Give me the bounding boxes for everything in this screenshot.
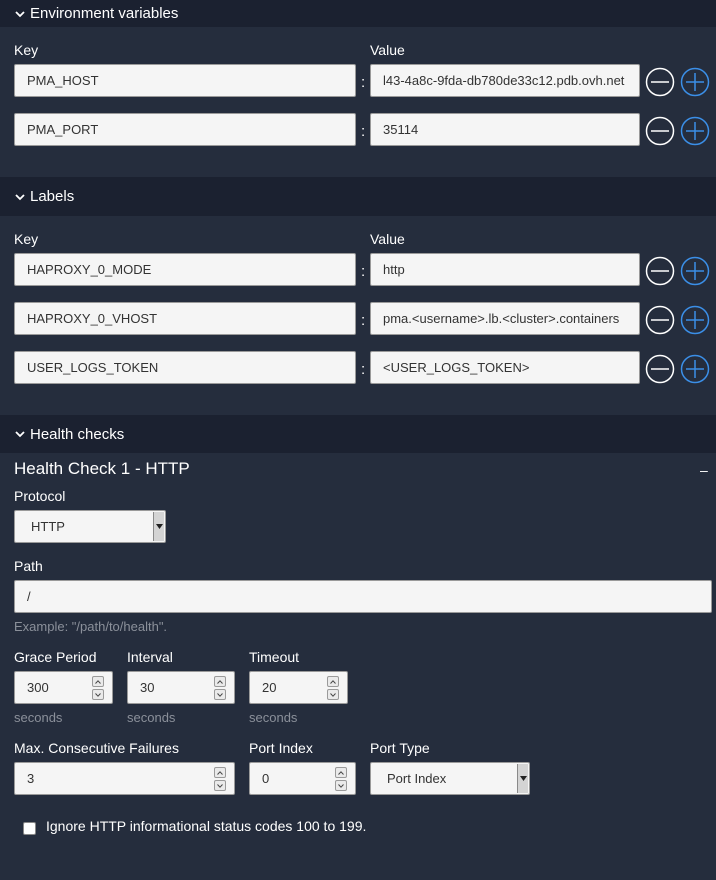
label-colon-3: : bbox=[361, 361, 366, 378]
label-remove-button-1[interactable] bbox=[645, 256, 675, 286]
label-key-input-2[interactable]: HAPROXY_0_VHOST bbox=[14, 302, 356, 335]
label-add-button-2[interactable] bbox=[680, 305, 710, 335]
grace-period-stepper[interactable] bbox=[92, 676, 104, 700]
label-remove-button-3[interactable] bbox=[645, 354, 675, 384]
label-value-input-1[interactable]: http bbox=[370, 253, 640, 286]
chevron-down-icon bbox=[14, 191, 26, 203]
port-index-value: 0 bbox=[262, 771, 270, 786]
labels-key-label: Key bbox=[14, 231, 39, 247]
minus-circle-icon bbox=[645, 256, 675, 286]
timeout-stepper[interactable] bbox=[327, 676, 339, 700]
chevron-up-icon[interactable] bbox=[327, 676, 339, 687]
plus-circle-icon bbox=[680, 256, 710, 286]
port-type-select[interactable]: Port Index bbox=[370, 762, 530, 795]
interval-input[interactable]: 30 bbox=[127, 671, 235, 704]
failures-stepper[interactable] bbox=[214, 767, 226, 791]
path-input[interactable]: / bbox=[14, 580, 712, 613]
health-check-title: Health Check 1 - HTTP bbox=[14, 459, 190, 478]
port-type-selected-value: Port Index bbox=[387, 771, 447, 786]
env-section-title: Environment variables bbox=[30, 5, 179, 22]
port-index-label: Port Index bbox=[249, 740, 313, 756]
env-remove-button-2[interactable] bbox=[645, 116, 675, 146]
chevron-up-icon[interactable] bbox=[214, 767, 226, 778]
timeout-value: 20 bbox=[262, 680, 277, 695]
interval-stepper[interactable] bbox=[214, 676, 226, 700]
label-value-input-2[interactable]: pma.<username>.lb.<cluster>.containers bbox=[370, 302, 640, 335]
grace-period-input[interactable]: 300 bbox=[14, 671, 113, 704]
chevron-down-icon[interactable] bbox=[92, 689, 104, 700]
env-key-input-2[interactable]: PMA_PORT bbox=[14, 113, 356, 146]
minus-circle-icon bbox=[645, 354, 675, 384]
plus-circle-icon bbox=[680, 116, 710, 146]
grace-period-label: Grace Period bbox=[14, 649, 97, 665]
label-add-button-1[interactable] bbox=[680, 256, 710, 286]
labels-value-label: Value bbox=[370, 231, 405, 247]
chevron-up-icon[interactable] bbox=[335, 767, 347, 778]
plus-circle-icon bbox=[680, 354, 710, 384]
health-section-title: Health checks bbox=[30, 425, 125, 443]
label-add-button-3[interactable] bbox=[680, 354, 710, 384]
grace-period-unit: seconds bbox=[14, 710, 63, 725]
chevron-down-icon[interactable] bbox=[214, 780, 226, 791]
path-label: Path bbox=[14, 558, 43, 574]
collapse-button[interactable]: – bbox=[700, 462, 712, 478]
minus-circle-icon bbox=[645, 305, 675, 335]
label-key-input-1[interactable]: HAPROXY_0_MODE bbox=[14, 253, 356, 286]
port-index-input[interactable]: 0 bbox=[249, 762, 356, 795]
ignore-informational-checkbox[interactable] bbox=[23, 822, 36, 835]
path-hint: Example: "/path/to/health". bbox=[14, 619, 168, 634]
ignore-informational-label: Ignore HTTP informational status codes 1… bbox=[46, 818, 367, 834]
protocol-select[interactable]: HTTP bbox=[14, 510, 166, 543]
dropdown-arrow-icon bbox=[517, 764, 528, 793]
chevron-down-icon[interactable] bbox=[214, 689, 226, 700]
label-key-input-3[interactable]: USER_LOGS_TOKEN bbox=[14, 351, 356, 384]
env-add-button-1[interactable] bbox=[680, 67, 710, 97]
minus-circle-icon bbox=[645, 116, 675, 146]
grace-period-value: 300 bbox=[27, 680, 49, 695]
env-value-input-1[interactable]: l43-4a8c-9fda-db780de33c12.pdb.ovh.net bbox=[370, 64, 640, 97]
failures-value: 3 bbox=[27, 771, 35, 786]
timeout-label: Timeout bbox=[249, 649, 300, 665]
minus-circle-icon bbox=[645, 67, 675, 97]
interval-label: Interval bbox=[127, 649, 173, 665]
env-remove-button-1[interactable] bbox=[645, 67, 675, 97]
env-section-header[interactable]: Environment variables bbox=[0, 0, 716, 27]
label-remove-button-2[interactable] bbox=[645, 305, 675, 335]
env-key-label: Key bbox=[14, 42, 39, 58]
label-value-input-3[interactable]: <USER_LOGS_TOKEN> bbox=[370, 351, 640, 384]
env-key-input-1[interactable]: PMA_HOST bbox=[14, 64, 356, 97]
label-colon-2: : bbox=[361, 312, 366, 329]
port-index-stepper[interactable] bbox=[335, 767, 347, 791]
health-section-header[interactable]: Health checks bbox=[0, 415, 716, 453]
protocol-selected-value: HTTP bbox=[31, 519, 65, 534]
failures-input[interactable]: 3 bbox=[14, 762, 235, 795]
labels-section-header[interactable]: Labels bbox=[0, 177, 716, 216]
env-value-input-2[interactable]: 35114 bbox=[370, 113, 640, 146]
interval-value: 30 bbox=[140, 680, 155, 695]
env-colon-1: : bbox=[361, 74, 366, 91]
chevron-down-icon[interactable] bbox=[335, 780, 347, 791]
chevron-down-icon[interactable] bbox=[327, 689, 339, 700]
chevron-down-icon bbox=[14, 8, 26, 20]
timeout-unit: seconds bbox=[249, 710, 298, 725]
plus-circle-icon bbox=[680, 67, 710, 97]
timeout-input[interactable]: 20 bbox=[249, 671, 348, 704]
labels-section-title: Labels bbox=[30, 188, 75, 205]
port-type-label: Port Type bbox=[370, 740, 430, 756]
env-add-button-2[interactable] bbox=[680, 116, 710, 146]
label-colon-1: : bbox=[361, 263, 366, 280]
env-colon-2: : bbox=[361, 123, 366, 140]
dropdown-arrow-icon bbox=[153, 512, 164, 541]
protocol-label: Protocol bbox=[14, 488, 66, 504]
interval-unit: seconds bbox=[127, 710, 176, 725]
chevron-up-icon[interactable] bbox=[214, 676, 226, 687]
failures-label: Max. Consecutive Failures bbox=[14, 740, 179, 756]
chevron-up-icon[interactable] bbox=[92, 676, 104, 687]
plus-circle-icon bbox=[680, 305, 710, 335]
env-value-label: Value bbox=[370, 42, 405, 58]
chevron-down-icon bbox=[14, 428, 26, 440]
